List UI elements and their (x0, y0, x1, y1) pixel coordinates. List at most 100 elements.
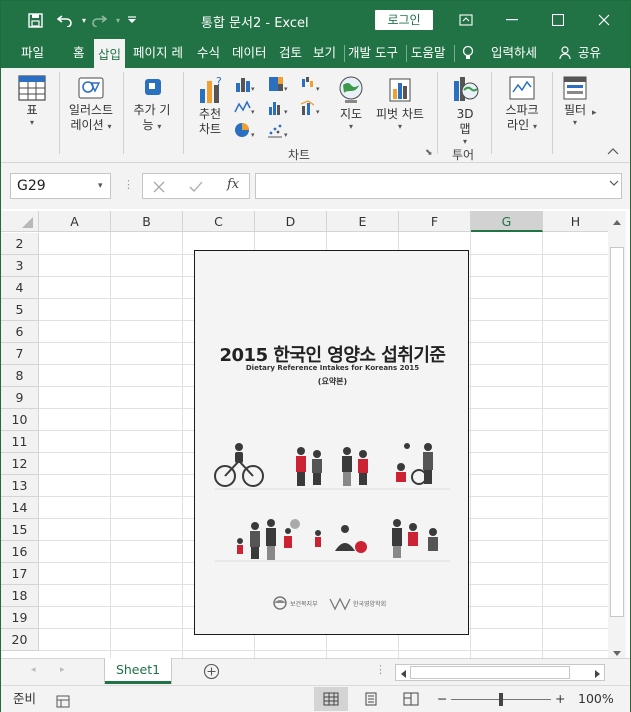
column-header-f[interactable]: F (399, 211, 471, 232)
minimize-icon[interactable] (489, 5, 535, 35)
row-header[interactable]: 4 (1, 277, 39, 299)
row-header[interactable]: 8 (1, 365, 39, 387)
check-icon[interactable] (189, 177, 203, 198)
tab-data[interactable]: 데이터 (232, 39, 267, 68)
ribbon-display-icon[interactable] (443, 5, 489, 35)
row-header[interactable]: 5 (1, 299, 39, 321)
row-header[interactable]: 18 (1, 585, 39, 607)
page-break-view-icon[interactable] (394, 687, 428, 711)
vertical-scrollbar[interactable] (608, 211, 626, 658)
illustrations-button[interactable]: 일러스트 레이션 ▾ (65, 73, 117, 134)
page-layout-view-icon[interactable] (354, 687, 388, 711)
column-chart-icon[interactable]: ▾ (234, 75, 256, 93)
cancel-icon[interactable] (153, 177, 165, 198)
normal-view-icon[interactable] (314, 687, 348, 711)
row-header[interactable]: 11 (1, 431, 39, 453)
3d-map-button[interactable]: 3D 맵 ▾ (446, 73, 484, 146)
customize-toolbar-icon[interactable] (122, 10, 142, 30)
save-icon[interactable] (25, 10, 45, 30)
column-header-g[interactable]: G (471, 211, 543, 232)
tab-view[interactable]: 보기 (313, 39, 336, 68)
column-header-c[interactable]: C (183, 211, 255, 232)
hierarchy-chart-icon[interactable]: ▾ (267, 75, 289, 93)
maps-button[interactable]: 지도 ▾ (333, 73, 369, 131)
tab-insert[interactable]: 삽입 (94, 39, 126, 68)
row-header[interactable]: 10 (1, 409, 39, 431)
row-header[interactable]: 2 (1, 233, 39, 255)
select-all-corner[interactable] (1, 211, 39, 232)
pie-chart-icon[interactable]: ▾ (234, 121, 256, 139)
tab-home[interactable]: 홈 (73, 39, 85, 68)
tab-developer[interactable]: 개발 도구 (348, 39, 398, 68)
tell-me-input[interactable]: 입력하세 (491, 39, 537, 68)
column-header-a[interactable]: A (39, 211, 111, 232)
name-box-dropdown-icon[interactable]: ▾ (98, 181, 103, 191)
tell-me-icon[interactable] (462, 39, 474, 68)
recommended-charts-button[interactable]: ? 추천 차트 (191, 73, 229, 137)
ribbon-scroll-right-icon[interactable]: ▸ (592, 108, 597, 118)
row-header[interactable]: 6 (1, 321, 39, 343)
collapse-ribbon-icon[interactable] (607, 147, 619, 158)
row-header[interactable]: 7 (1, 343, 39, 365)
maximize-icon[interactable] (535, 5, 581, 35)
tab-splitter-icon[interactable]: ⋮ (375, 663, 386, 676)
addins-button[interactable]: 추가 기 능 ▾ (128, 73, 176, 134)
row-header[interactable]: 13 (1, 475, 39, 497)
waterfall-chart-icon[interactable]: ▾ (300, 75, 322, 93)
column-header-e[interactable]: E (327, 211, 399, 232)
name-box[interactable]: G29 (10, 173, 111, 199)
zoom-out-icon[interactable]: − (437, 686, 447, 712)
row-header[interactable]: 15 (1, 519, 39, 541)
close-icon[interactable] (581, 5, 627, 35)
zoom-level[interactable]: 100% (578, 686, 614, 712)
row-header[interactable]: 3 (1, 255, 39, 277)
filter-button[interactable]: 필터 ▾ (557, 73, 593, 127)
vertical-scroll-thumb[interactable] (610, 247, 624, 617)
row-header[interactable]: 20 (1, 629, 39, 651)
zoom-in-icon[interactable]: + (555, 686, 565, 712)
tab-help[interactable]: 도움말 (411, 39, 446, 68)
column-header-d[interactable]: D (255, 211, 327, 232)
column-header-h[interactable]: H (543, 211, 609, 232)
statistic-chart-icon[interactable]: ▾ (267, 98, 289, 116)
tab-formulas[interactable]: 수식 (197, 39, 220, 68)
row-header[interactable]: 16 (1, 541, 39, 563)
add-sheet-icon[interactable] (203, 663, 220, 683)
horizontal-scrollbar[interactable] (395, 664, 605, 681)
share-button[interactable]: 공유 (578, 39, 601, 68)
tab-review[interactable]: 검토 (279, 39, 302, 68)
accessibility-icon[interactable] (56, 691, 70, 708)
row-header[interactable]: 9 (1, 387, 39, 409)
row-header[interactable]: 17 (1, 563, 39, 585)
combo-chart-icon[interactable]: ▾ (300, 98, 322, 116)
line-chart-icon[interactable]: ▾ (234, 98, 256, 116)
scroll-up-icon[interactable] (612, 215, 622, 229)
undo-icon[interactable] (55, 10, 75, 30)
expand-formula-icon[interactable] (609, 179, 619, 190)
scroll-left-icon[interactable] (399, 668, 407, 682)
embedded-cover-image[interactable]: 2015 한국인 영양소 섭취기준 Dietary Reference Inta… (194, 250, 469, 635)
sparklines-button[interactable]: 스파크 라인 ▾ (499, 73, 545, 134)
scroll-right-icon[interactable] (594, 668, 602, 682)
login-button[interactable]: 로그인 (375, 10, 433, 30)
zoom-slider-thumb[interactable] (499, 693, 503, 706)
horizontal-scroll-thumb[interactable] (410, 666, 570, 679)
dialog-launcher-icon[interactable]: ⬊ (425, 148, 433, 158)
insert-function-button[interactable]: fx (227, 177, 239, 192)
sheet-tab-sheet1[interactable]: Sheet1 (105, 658, 171, 684)
row-header[interactable]: 14 (1, 497, 39, 519)
pivot-chart-button[interactable]: 피벗 차트 ▾ (371, 73, 429, 131)
tab-file[interactable]: 파일 (21, 39, 44, 68)
formula-input[interactable] (255, 173, 622, 199)
row-header[interactable]: 19 (1, 607, 39, 629)
redo-icon[interactable] (89, 10, 109, 30)
tab-page-layout[interactable]: 페이지 레 (133, 39, 183, 68)
prev-sheet-icon[interactable]: ◂ (31, 665, 36, 675)
next-sheet-icon[interactable]: ▸ (60, 665, 65, 675)
splitter-icon[interactable]: ⋮ (123, 178, 134, 191)
column-header-b[interactable]: B (111, 211, 183, 232)
table-button[interactable]: 표 ▾ (15, 73, 49, 127)
row-header[interactable]: 12 (1, 453, 39, 475)
scatter-chart-icon[interactable]: ▾ (267, 121, 289, 139)
share-icon[interactable] (559, 39, 573, 68)
